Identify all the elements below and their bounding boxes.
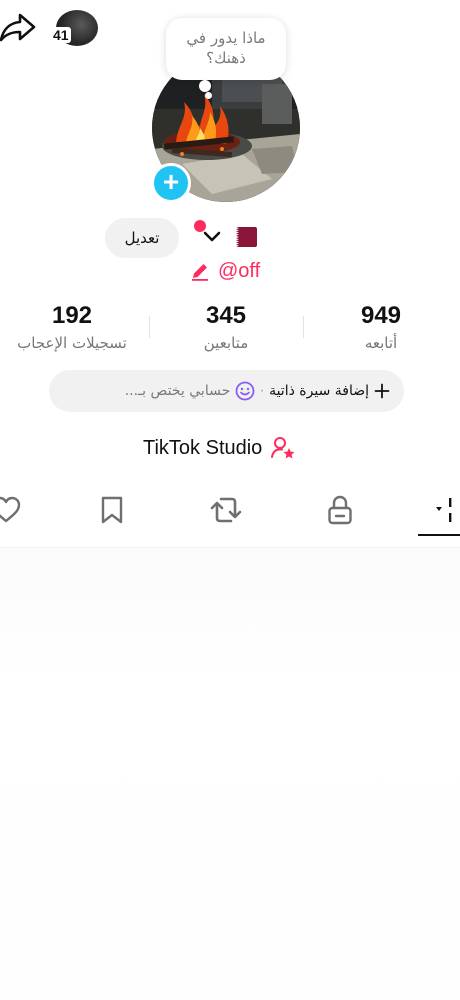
plus-icon xyxy=(374,383,390,399)
tab-private[interactable] xyxy=(320,488,360,532)
tab-reposts[interactable] xyxy=(206,488,246,532)
note-text: ماذا يدور في ذهنك؟ xyxy=(186,29,266,67)
likes-stat[interactable]: 192 تسجيلات الإعجاب xyxy=(0,300,147,354)
profile-tabbar xyxy=(0,488,460,536)
bookmark-icon xyxy=(101,496,123,524)
add-bio-label: إضافة سيرة ذاتية xyxy=(269,383,369,399)
share-arrow-icon[interactable] xyxy=(0,12,36,42)
chevron-down-icon[interactable] xyxy=(202,230,222,244)
following-count: 949 xyxy=(360,302,402,329)
tiktok-studio-label: TikTok Studio xyxy=(143,436,263,459)
smile-icon xyxy=(235,381,255,401)
user-star-icon xyxy=(271,437,295,459)
username: @off xyxy=(218,260,261,282)
tab-videos[interactable] xyxy=(424,488,460,532)
stat-divider xyxy=(149,316,150,338)
following-stat[interactable]: 949 أتابعه xyxy=(306,300,456,354)
likes-label: تسجيلات الإعجاب xyxy=(17,334,127,352)
mini-avatar-count: 41 xyxy=(51,27,71,43)
likes-count: 192 xyxy=(51,302,93,329)
tab-liked[interactable] xyxy=(0,488,26,532)
plus-icon: + xyxy=(162,166,180,197)
followers-label: متابعين xyxy=(203,334,249,352)
repost-icon xyxy=(210,497,242,523)
videos-grid-empty xyxy=(0,548,460,1000)
note-bubble-tail xyxy=(199,80,211,92)
following-label: أتابعه xyxy=(364,334,398,352)
grid-dropdown-icon xyxy=(436,498,452,522)
edit-profile-label: تعديل xyxy=(124,229,160,247)
heart-icon xyxy=(0,496,21,523)
edit-profile-button[interactable]: تعديل xyxy=(105,218,179,258)
username-row[interactable]: @off xyxy=(190,258,260,284)
bio-separator: · xyxy=(260,384,265,398)
followers-stat[interactable]: 345 متابعين xyxy=(151,300,301,354)
tab-favorites[interactable] xyxy=(92,488,132,532)
followers-count: 345 xyxy=(205,302,247,329)
note-bubble-tail-dot xyxy=(205,92,212,99)
qatar-flag-icon xyxy=(227,227,257,247)
note-bubble[interactable]: ماذا يدور في ذهنك؟ xyxy=(166,18,286,80)
bio-hint: حسابي يختص بـ... xyxy=(124,383,231,399)
pencil-icon xyxy=(192,264,208,281)
add-profile-photo-button[interactable]: + xyxy=(151,163,191,203)
tiktok-studio-button[interactable]: TikTok Studio xyxy=(143,433,296,463)
active-tab-indicator xyxy=(418,534,460,536)
stat-divider xyxy=(303,316,304,338)
lock-icon xyxy=(328,495,352,525)
add-bio-button[interactable]: حسابي يختص بـ... · إضافة سيرة ذاتية xyxy=(49,370,404,412)
